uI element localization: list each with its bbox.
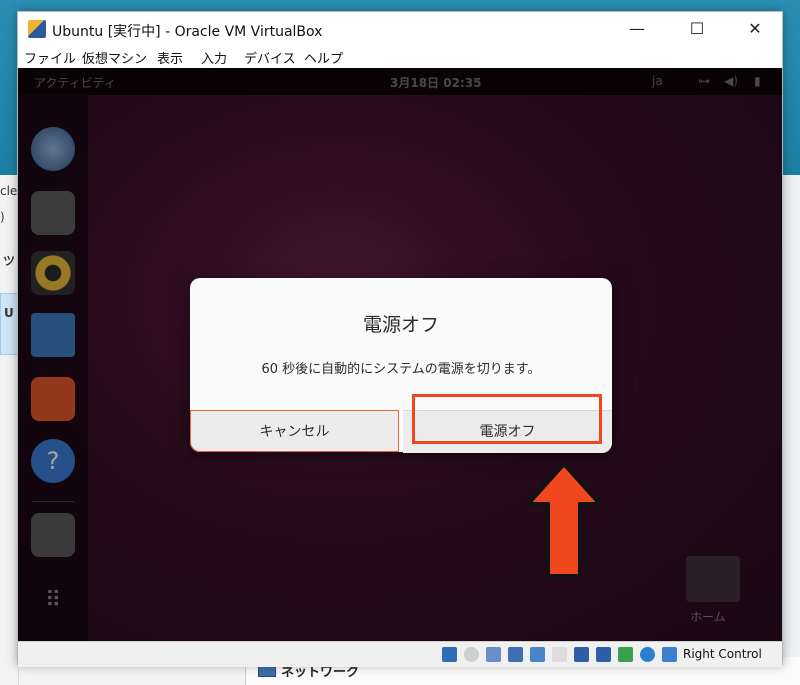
dialog-message: 60 秒後に自動的にシステムの電源を切ります。 (261, 362, 541, 377)
optical-drive-icon[interactable] (464, 647, 479, 662)
host-key-icon[interactable] (662, 647, 677, 662)
status-bar: Right Control (18, 641, 782, 667)
window-title: Ubuntu [実行中] - Oracle VM VirtualBox (52, 24, 323, 40)
display-icon[interactable] (574, 647, 589, 662)
menu-devices[interactable]: デバイス (244, 48, 296, 67)
cancel-button[interactable]: キャンセル (190, 410, 399, 452)
dialog-title: 電源オフ (362, 314, 439, 336)
menu-view[interactable]: 表示 (157, 48, 183, 67)
menu-help[interactable]: ヘルプ (304, 48, 343, 67)
power-off-highlight-box (412, 394, 602, 444)
virtualbox-icon (28, 20, 46, 38)
hard-disk-icon[interactable] (442, 647, 457, 662)
title-bar[interactable]: Ubuntu [実行中] - Oracle VM VirtualBox — ☐ … (18, 12, 782, 46)
menu-bar: ファイル 仮想マシン 表示 入力 デバイス ヘルプ (18, 46, 782, 68)
guest-display[interactable]: アクティビティ 3月18日 02:35 ja ⊶ ◀) ▮ ? ⠿ ホーム 電源… (18, 68, 782, 641)
menu-machine[interactable]: 仮想マシン (82, 48, 147, 67)
minimize-button[interactable]: — (612, 12, 662, 46)
host-vm-selected-item[interactable] (0, 293, 18, 355)
host-key-label: Right Control (683, 647, 762, 661)
virtualbox-window: Ubuntu [実行中] - Oracle VM VirtualBox — ☐ … (17, 11, 783, 667)
host-partial-text: ツ (3, 254, 16, 268)
host-partial-text: ) (0, 210, 5, 224)
close-button[interactable]: ✕ (730, 12, 780, 46)
recording-icon[interactable] (596, 647, 611, 662)
host-partial-text: cle (0, 184, 18, 198)
shared-folders-icon[interactable] (552, 647, 567, 662)
maximize-button[interactable]: ☐ (672, 12, 722, 46)
audio-icon[interactable] (486, 647, 501, 662)
host-partial-text: U (4, 306, 14, 320)
mouse-integration-icon[interactable] (640, 647, 655, 662)
host-right-panel (783, 175, 800, 657)
network-adapter-icon[interactable] (508, 647, 523, 662)
menu-file[interactable]: ファイル (24, 48, 76, 67)
up-arrow-annotation (526, 462, 602, 578)
menu-input[interactable]: 入力 (201, 48, 227, 67)
cpu-icon[interactable] (618, 647, 633, 662)
usb-icon[interactable] (530, 647, 545, 662)
